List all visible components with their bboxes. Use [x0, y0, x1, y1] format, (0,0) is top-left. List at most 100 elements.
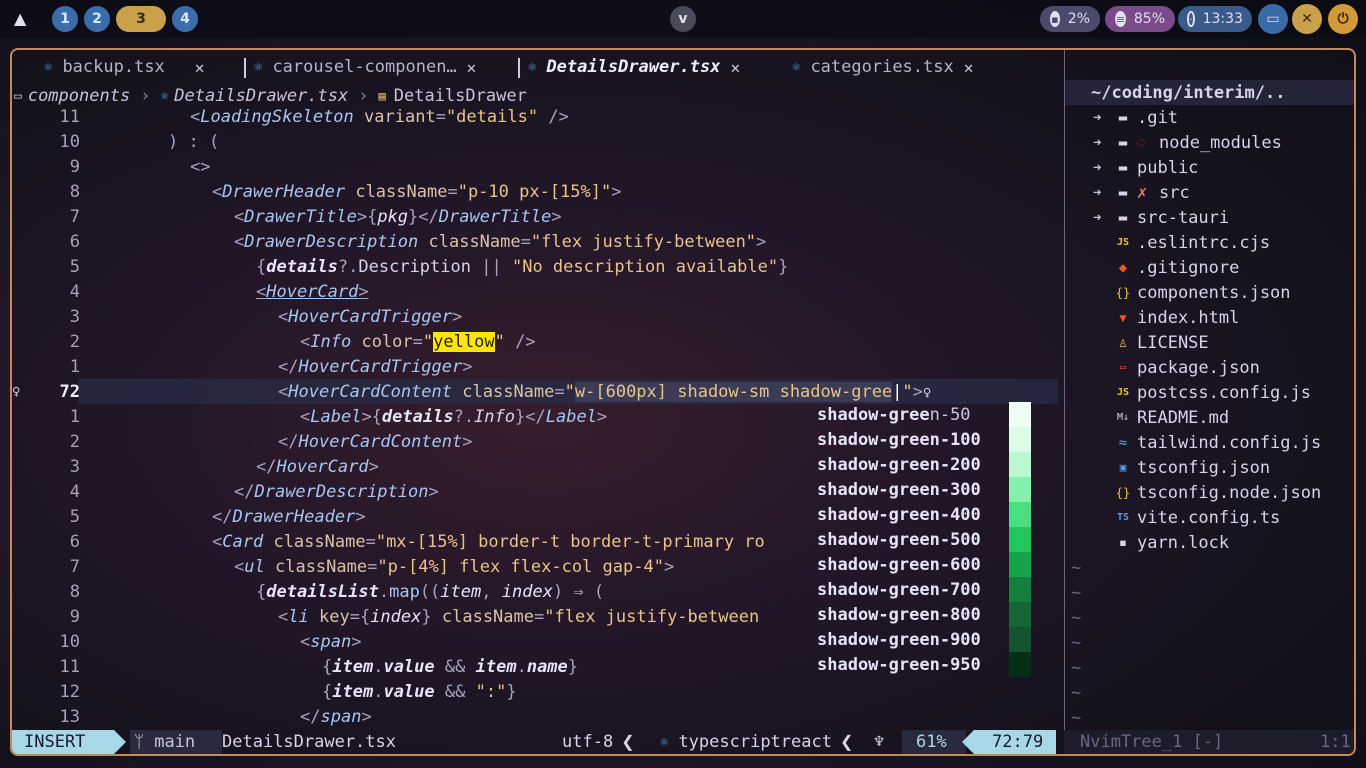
tree-file[interactable]: ◆ .gitignore [1065, 255, 1354, 280]
workspace-1-button[interactable]: 1 [52, 6, 78, 32]
completion-item[interactable]: shadow-gree n-600 [817, 552, 1037, 577]
json-icon: {} [1115, 285, 1131, 300]
lock-icon: ▪ [1118, 534, 1128, 551]
workspace-4-button[interactable]: 4 [172, 6, 198, 32]
tree-file[interactable]: JS .eslintrc.cjs [1065, 230, 1354, 255]
completion-item[interactable]: shadow-gree n-50 [817, 402, 1037, 427]
color-swatch [1009, 502, 1031, 527]
line-number: 5 [69, 506, 80, 527]
chevron-right-icon: ➜ [1093, 209, 1102, 226]
power-icon[interactable]: ⏻ [1328, 4, 1358, 34]
tree-file[interactable]: ▪ yarn.lock [1065, 530, 1354, 555]
react-icon: ⚛ [792, 59, 801, 75]
color-swatch [1009, 577, 1031, 602]
completion-item[interactable]: shadow-gree n-500 [817, 527, 1037, 552]
tab-label: backup.tsx [62, 57, 165, 77]
tree-folder-src-tauri[interactable]: ➜ ▬ src-tauri [1065, 205, 1354, 230]
line-number: 5 [69, 256, 80, 277]
line-number: 3 [69, 456, 80, 477]
file-tree[interactable]: ~/coding/interim/.. ➜ ▬ .git ➜ ▬ ◌ node_modul… [1064, 50, 1354, 730]
close-icon[interactable]: ✕ [467, 58, 477, 77]
completion-prefix: shadow-gree [817, 554, 930, 575]
code-line: 6 <DrawerDescription className="flex just… [12, 229, 1062, 254]
completion-item[interactable]: shadow-gree n-200 [817, 452, 1037, 477]
tab-backup[interactable]: ⚛ backup.tsx ✕ [44, 50, 204, 84]
code-line: 11 <LoadingSkeleton variant="details" /> [12, 104, 1062, 129]
lightbulb-icon[interactable]: ♀ [923, 385, 931, 401]
tree-file[interactable]: ▼ index.html [1065, 305, 1354, 330]
tab-separator [518, 58, 520, 78]
tab-carousel-component[interactable]: ⚛ carousel-componen… ✕ [254, 50, 476, 84]
folder-icon: ▬ [1118, 134, 1128, 151]
line-number: 10 [59, 131, 80, 152]
code-line: 3 <HoverCardTrigger> [12, 304, 1062, 329]
completion-item[interactable]: shadow-gree n-100 [817, 427, 1037, 452]
line-number: 4 [69, 281, 80, 302]
empty-line: ~ [1071, 632, 1082, 653]
line-number: 4 [69, 481, 80, 502]
status-position: 72:79 [974, 730, 1056, 754]
code-line: 12 {item.value && ":"} [12, 679, 1062, 704]
completion-item[interactable]: shadow-gree n-700 [817, 577, 1037, 602]
completion-item[interactable]: shadow-gree n-800 [817, 602, 1037, 627]
chevron-right-icon: › [358, 86, 369, 106]
completion-item[interactable]: shadow-gree n-400 [817, 502, 1037, 527]
line-number: 13 [59, 706, 80, 727]
tree-file[interactable]: ▭ package.json [1065, 355, 1354, 380]
tree-file[interactable]: TS vite.config.ts [1065, 505, 1354, 530]
folder-icon: ▭ [14, 88, 22, 104]
status-encoding: utf-8 ❮ [562, 729, 635, 755]
completion-item[interactable]: shadow-gree n-900 [817, 627, 1037, 652]
tab-categories[interactable]: ⚛ categories.tsx ✕ [792, 50, 973, 84]
notifications-muted-icon[interactable]: ✕ [1292, 4, 1322, 34]
close-icon[interactable]: ✕ [730, 58, 740, 77]
html-icon: ▼ [1119, 310, 1127, 325]
close-icon[interactable]: ✕ [195, 58, 205, 77]
tab-label: categories.tsx [810, 57, 954, 77]
tree-file[interactable]: ▣ tsconfig.json [1065, 455, 1354, 480]
tree-file[interactable]: ≈ tailwind.config.js [1065, 430, 1354, 455]
folder-icon: ▬ [1118, 109, 1128, 126]
workspace-3-button[interactable]: 3 [116, 6, 166, 32]
completion-item[interactable]: shadow-gree n-950 [817, 652, 1037, 677]
workspace-2-button[interactable]: 2 [84, 6, 110, 32]
code-line: 8 <DrawerHeader className="p-10 px-[15%]"… [12, 179, 1062, 204]
tree-file[interactable]: ♙ LICENSE [1065, 330, 1354, 355]
tree-folder-src[interactable]: ➜ ▬ ✗ src [1065, 180, 1354, 205]
monitor-icon[interactable]: ▭ [1258, 4, 1288, 34]
completion-prefix: shadow-gree [817, 604, 930, 625]
center-label[interactable]: v [670, 6, 696, 32]
line-number: 3 [69, 306, 80, 327]
tab-details-drawer[interactable]: ⚛ DetailsDrawer.tsx ✕ [528, 50, 740, 84]
tree-folder-git[interactable]: ➜ ▬ .git [1065, 105, 1354, 130]
npm-icon: ▭ [1119, 362, 1127, 373]
completion-menu[interactable]: shadow-gree n-50 shadow-gree n-100 shadow-… [817, 402, 1037, 680]
folder-icon: ▬ [1118, 184, 1128, 201]
tree-folder-public[interactable]: ➜ ▬ public [1065, 155, 1354, 180]
completion-prefix: shadow-gree [817, 454, 930, 475]
git-icon: ◆ [1118, 259, 1128, 276]
completion-suffix: n-900 [929, 629, 981, 650]
tree-folder-node-modules[interactable]: ➜ ▬ ◌ node_modules [1065, 130, 1354, 155]
completion-suffix: n-300 [929, 479, 981, 500]
line-number: 6 [69, 231, 80, 252]
tree-file[interactable]: M↓ README.md [1065, 405, 1354, 430]
empty-line: ~ [1071, 707, 1082, 728]
breadcrumb-symbol[interactable]: DetailsDrawer [394, 86, 527, 106]
breadcrumb-folder[interactable]: components [28, 86, 130, 106]
tree-root[interactable]: ~/coding/interim/.. [1065, 80, 1354, 105]
breadcrumb-file[interactable]: DetailsDrawer.tsx [174, 86, 348, 106]
line-number: 9 [69, 156, 80, 177]
tree-file[interactable]: JS postcss.config.js [1065, 380, 1354, 405]
line-number: 11 [59, 656, 80, 677]
line-number: 12 [59, 681, 80, 702]
code-line: 10) : ( [12, 129, 1062, 154]
chevron-right-icon: ➜ [1093, 109, 1102, 126]
close-icon[interactable]: ✕ [964, 58, 974, 77]
tree-file[interactable]: {} tsconfig.node.json [1065, 480, 1354, 505]
code-line: 13 </span> [12, 704, 1062, 729]
tree-file[interactable]: {} components.json [1065, 280, 1354, 305]
completion-suffix: n-400 [929, 504, 981, 525]
completion-prefix: shadow-gree [817, 429, 930, 450]
completion-item[interactable]: shadow-gree n-300 [817, 477, 1037, 502]
